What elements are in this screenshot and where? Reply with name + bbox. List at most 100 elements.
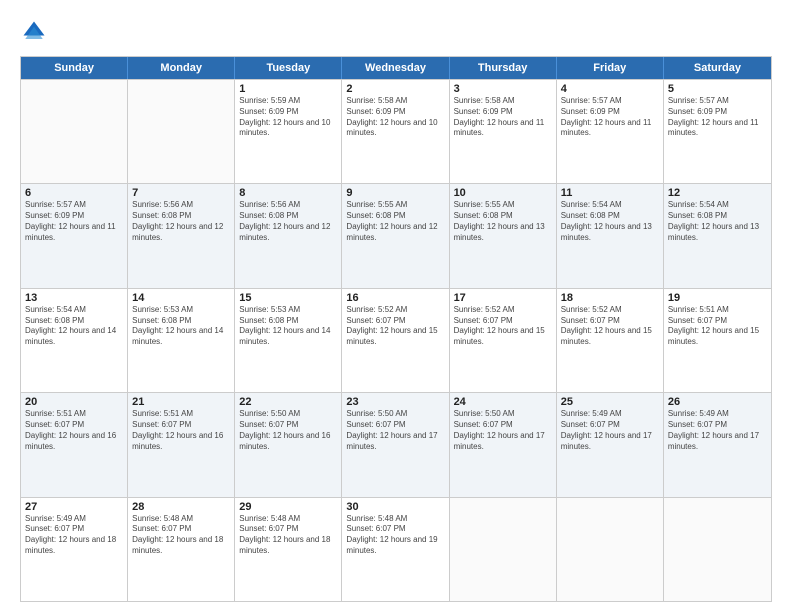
calendar-body: 1Sunrise: 5:59 AM Sunset: 6:09 PM Daylig… xyxy=(21,79,771,601)
calendar-cell xyxy=(128,80,235,183)
day-number: 29 xyxy=(239,501,337,513)
day-info: Sunrise: 5:55 AM Sunset: 6:08 PM Dayligh… xyxy=(454,200,552,243)
calendar-cell: 2Sunrise: 5:58 AM Sunset: 6:09 PM Daylig… xyxy=(342,80,449,183)
day-info: Sunrise: 5:53 AM Sunset: 6:08 PM Dayligh… xyxy=(132,305,230,348)
calendar-cell: 26Sunrise: 5:49 AM Sunset: 6:07 PM Dayli… xyxy=(664,393,771,496)
day-info: Sunrise: 5:48 AM Sunset: 6:07 PM Dayligh… xyxy=(132,514,230,557)
day-number: 17 xyxy=(454,292,552,304)
day-info: Sunrise: 5:57 AM Sunset: 6:09 PM Dayligh… xyxy=(668,96,767,139)
calendar-cell xyxy=(557,498,664,601)
calendar-cell: 8Sunrise: 5:56 AM Sunset: 6:08 PM Daylig… xyxy=(235,184,342,287)
calendar-cell: 25Sunrise: 5:49 AM Sunset: 6:07 PM Dayli… xyxy=(557,393,664,496)
day-info: Sunrise: 5:55 AM Sunset: 6:08 PM Dayligh… xyxy=(346,200,444,243)
day-number: 11 xyxy=(561,187,659,199)
day-header-tuesday: Tuesday xyxy=(235,57,342,79)
day-info: Sunrise: 5:52 AM Sunset: 6:07 PM Dayligh… xyxy=(561,305,659,348)
calendar-cell: 3Sunrise: 5:58 AM Sunset: 6:09 PM Daylig… xyxy=(450,80,557,183)
calendar-cell: 20Sunrise: 5:51 AM Sunset: 6:07 PM Dayli… xyxy=(21,393,128,496)
calendar-cell: 10Sunrise: 5:55 AM Sunset: 6:08 PM Dayli… xyxy=(450,184,557,287)
day-number: 23 xyxy=(346,396,444,408)
day-number: 30 xyxy=(346,501,444,513)
day-info: Sunrise: 5:50 AM Sunset: 6:07 PM Dayligh… xyxy=(454,409,552,452)
day-info: Sunrise: 5:49 AM Sunset: 6:07 PM Dayligh… xyxy=(561,409,659,452)
day-info: Sunrise: 5:51 AM Sunset: 6:07 PM Dayligh… xyxy=(132,409,230,452)
day-number: 19 xyxy=(668,292,767,304)
calendar-cell: 11Sunrise: 5:54 AM Sunset: 6:08 PM Dayli… xyxy=(557,184,664,287)
calendar-header: SundayMondayTuesdayWednesdayThursdayFrid… xyxy=(21,57,771,79)
day-number: 2 xyxy=(346,83,444,95)
day-info: Sunrise: 5:54 AM Sunset: 6:08 PM Dayligh… xyxy=(561,200,659,243)
day-info: Sunrise: 5:50 AM Sunset: 6:07 PM Dayligh… xyxy=(346,409,444,452)
day-info: Sunrise: 5:56 AM Sunset: 6:08 PM Dayligh… xyxy=(239,200,337,243)
day-info: Sunrise: 5:51 AM Sunset: 6:07 PM Dayligh… xyxy=(668,305,767,348)
calendar-cell: 30Sunrise: 5:48 AM Sunset: 6:07 PM Dayli… xyxy=(342,498,449,601)
day-info: Sunrise: 5:48 AM Sunset: 6:07 PM Dayligh… xyxy=(239,514,337,557)
calendar-cell: 24Sunrise: 5:50 AM Sunset: 6:07 PM Dayli… xyxy=(450,393,557,496)
calendar: SundayMondayTuesdayWednesdayThursdayFrid… xyxy=(20,56,772,602)
calendar-cell: 23Sunrise: 5:50 AM Sunset: 6:07 PM Dayli… xyxy=(342,393,449,496)
day-info: Sunrise: 5:57 AM Sunset: 6:09 PM Dayligh… xyxy=(561,96,659,139)
page: SundayMondayTuesdayWednesdayThursdayFrid… xyxy=(0,0,792,612)
calendar-cell: 13Sunrise: 5:54 AM Sunset: 6:08 PM Dayli… xyxy=(21,289,128,392)
calendar-cell: 6Sunrise: 5:57 AM Sunset: 6:09 PM Daylig… xyxy=(21,184,128,287)
day-info: Sunrise: 5:50 AM Sunset: 6:07 PM Dayligh… xyxy=(239,409,337,452)
day-info: Sunrise: 5:48 AM Sunset: 6:07 PM Dayligh… xyxy=(346,514,444,557)
day-number: 22 xyxy=(239,396,337,408)
calendar-cell xyxy=(664,498,771,601)
day-number: 9 xyxy=(346,187,444,199)
day-number: 5 xyxy=(668,83,767,95)
day-number: 6 xyxy=(25,187,123,199)
day-number: 4 xyxy=(561,83,659,95)
day-header-friday: Friday xyxy=(557,57,664,79)
day-number: 28 xyxy=(132,501,230,513)
day-number: 3 xyxy=(454,83,552,95)
day-number: 16 xyxy=(346,292,444,304)
day-info: Sunrise: 5:54 AM Sunset: 6:08 PM Dayligh… xyxy=(25,305,123,348)
day-header-thursday: Thursday xyxy=(450,57,557,79)
calendar-row-2: 6Sunrise: 5:57 AM Sunset: 6:09 PM Daylig… xyxy=(21,183,771,287)
calendar-cell: 27Sunrise: 5:49 AM Sunset: 6:07 PM Dayli… xyxy=(21,498,128,601)
calendar-cell: 22Sunrise: 5:50 AM Sunset: 6:07 PM Dayli… xyxy=(235,393,342,496)
calendar-cell: 9Sunrise: 5:55 AM Sunset: 6:08 PM Daylig… xyxy=(342,184,449,287)
calendar-row-1: 1Sunrise: 5:59 AM Sunset: 6:09 PM Daylig… xyxy=(21,79,771,183)
day-number: 21 xyxy=(132,396,230,408)
day-number: 7 xyxy=(132,187,230,199)
day-info: Sunrise: 5:56 AM Sunset: 6:08 PM Dayligh… xyxy=(132,200,230,243)
day-info: Sunrise: 5:53 AM Sunset: 6:08 PM Dayligh… xyxy=(239,305,337,348)
calendar-cell: 15Sunrise: 5:53 AM Sunset: 6:08 PM Dayli… xyxy=(235,289,342,392)
day-info: Sunrise: 5:49 AM Sunset: 6:07 PM Dayligh… xyxy=(25,514,123,557)
calendar-cell: 29Sunrise: 5:48 AM Sunset: 6:07 PM Dayli… xyxy=(235,498,342,601)
day-number: 14 xyxy=(132,292,230,304)
day-info: Sunrise: 5:59 AM Sunset: 6:09 PM Dayligh… xyxy=(239,96,337,139)
calendar-row-5: 27Sunrise: 5:49 AM Sunset: 6:07 PM Dayli… xyxy=(21,497,771,601)
calendar-row-3: 13Sunrise: 5:54 AM Sunset: 6:08 PM Dayli… xyxy=(21,288,771,392)
calendar-cell: 18Sunrise: 5:52 AM Sunset: 6:07 PM Dayli… xyxy=(557,289,664,392)
day-header-monday: Monday xyxy=(128,57,235,79)
calendar-cell: 7Sunrise: 5:56 AM Sunset: 6:08 PM Daylig… xyxy=(128,184,235,287)
day-header-sunday: Sunday xyxy=(21,57,128,79)
day-info: Sunrise: 5:58 AM Sunset: 6:09 PM Dayligh… xyxy=(454,96,552,139)
day-info: Sunrise: 5:58 AM Sunset: 6:09 PM Dayligh… xyxy=(346,96,444,139)
day-info: Sunrise: 5:51 AM Sunset: 6:07 PM Dayligh… xyxy=(25,409,123,452)
day-header-wednesday: Wednesday xyxy=(342,57,449,79)
calendar-cell: 14Sunrise: 5:53 AM Sunset: 6:08 PM Dayli… xyxy=(128,289,235,392)
day-info: Sunrise: 5:57 AM Sunset: 6:09 PM Dayligh… xyxy=(25,200,123,243)
calendar-cell: 21Sunrise: 5:51 AM Sunset: 6:07 PM Dayli… xyxy=(128,393,235,496)
day-info: Sunrise: 5:54 AM Sunset: 6:08 PM Dayligh… xyxy=(668,200,767,243)
calendar-cell: 5Sunrise: 5:57 AM Sunset: 6:09 PM Daylig… xyxy=(664,80,771,183)
day-number: 1 xyxy=(239,83,337,95)
calendar-cell: 16Sunrise: 5:52 AM Sunset: 6:07 PM Dayli… xyxy=(342,289,449,392)
calendar-cell: 4Sunrise: 5:57 AM Sunset: 6:09 PM Daylig… xyxy=(557,80,664,183)
day-info: Sunrise: 5:52 AM Sunset: 6:07 PM Dayligh… xyxy=(454,305,552,348)
calendar-row-4: 20Sunrise: 5:51 AM Sunset: 6:07 PM Dayli… xyxy=(21,392,771,496)
day-number: 10 xyxy=(454,187,552,199)
calendar-cell xyxy=(21,80,128,183)
day-number: 18 xyxy=(561,292,659,304)
calendar-cell: 12Sunrise: 5:54 AM Sunset: 6:08 PM Dayli… xyxy=(664,184,771,287)
calendar-cell: 19Sunrise: 5:51 AM Sunset: 6:07 PM Dayli… xyxy=(664,289,771,392)
day-number: 8 xyxy=(239,187,337,199)
calendar-cell xyxy=(450,498,557,601)
day-number: 26 xyxy=(668,396,767,408)
day-number: 20 xyxy=(25,396,123,408)
day-number: 15 xyxy=(239,292,337,304)
